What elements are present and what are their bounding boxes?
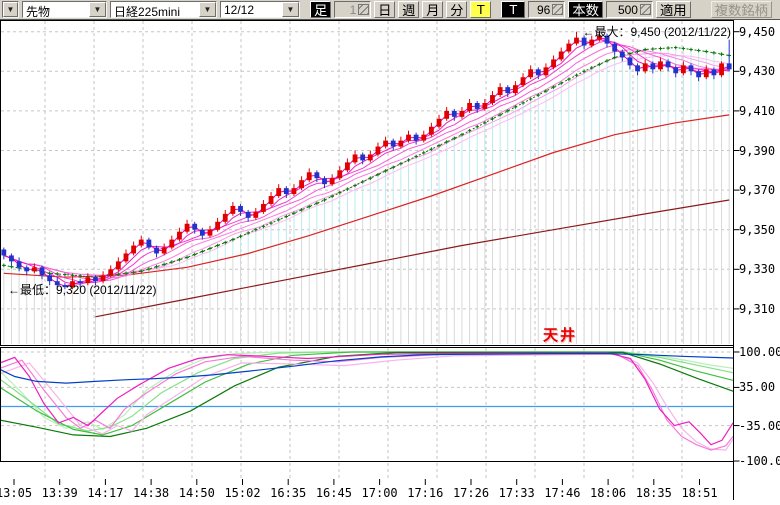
time-axis-label: 16:35 <box>270 486 307 500</box>
time-axis-label: 17:26 <box>452 486 490 500</box>
price-axis-label: 9,370 <box>739 183 776 198</box>
time-axis-label: 17:00 <box>361 486 398 500</box>
hidden-combo[interactable]: ▼ <box>2 1 19 18</box>
time-axis-label: 18:51 <box>681 486 718 500</box>
price-axis-label: 9,450 <box>739 24 776 39</box>
bar-count-button[interactable]: 本数 <box>568 1 603 18</box>
ceiling-annotation: 天井 <box>543 327 578 344</box>
contract-month-value: 12/12 <box>224 3 255 17</box>
interval-value: 1 <box>349 2 357 17</box>
session-low-annotation: ←最低：9,320 (2012/11/22) <box>8 283 157 297</box>
price-axis-label: 9,410 <box>739 103 776 118</box>
period-month-button[interactable]: 月 <box>422 1 444 18</box>
toolbar: ▼ 先物 ▼ 日経225mini ▼ 12/12 ▼ 足 1 日 週 月 分 T… <box>0 0 780 20</box>
symbol-value: 日経225mini <box>114 5 181 17</box>
time-axis-label: 16:45 <box>315 486 352 500</box>
instrument-type-select[interactable]: 先物 ▼ <box>22 1 107 18</box>
bar-count-stepper[interactable]: 500 <box>605 1 653 18</box>
chevron-down-icon[interactable]: ▼ <box>199 2 216 17</box>
stepper-grip-icon[interactable] <box>639 4 651 15</box>
time-axis-label: 15:02 <box>224 486 261 500</box>
period-minute-button[interactable]: 分 <box>446 1 468 18</box>
price-axis-label: 9,310 <box>739 301 776 316</box>
chevron-down-icon[interactable]: ▼ <box>282 2 299 17</box>
price-axis-label: 9,350 <box>739 222 776 237</box>
trading-chart-window: { "toolbar": { "hidden_combo_chevron": "… <box>0 0 780 500</box>
oscillator-axis-label: 35.00 <box>739 380 776 395</box>
chevron-down-icon[interactable]: ▼ <box>3 2 18 17</box>
apply-button[interactable]: 適用 <box>655 1 691 18</box>
time-axis-label: 14:38 <box>133 486 170 500</box>
time-axis-label: 18:35 <box>635 486 672 500</box>
chart-canvas[interactable] <box>0 20 780 500</box>
tick-mode-button[interactable]: T <box>501 1 526 18</box>
period-day-button[interactable]: 日 <box>374 1 396 18</box>
chevron-down-icon[interactable]: ▼ <box>89 2 106 17</box>
multi-symbol-button: 複数銘柄 <box>710 1 772 18</box>
time-axis-label: 17:46 <box>544 486 581 500</box>
stepper-grip-icon[interactable] <box>552 4 564 15</box>
price-axis-label: 9,390 <box>739 143 776 158</box>
time-axis-label: 14:50 <box>178 486 215 500</box>
price-axis-label: 9,430 <box>739 64 776 79</box>
time-axis-label: 14:17 <box>87 486 124 500</box>
oscillator-axis-label: -100.00 <box>739 454 780 469</box>
instrument-type-value: 先物 <box>26 5 51 17</box>
tick-size-stepper[interactable]: 96 <box>528 1 566 18</box>
bar-count-value: 500 <box>617 2 638 17</box>
chart-area: 9,450 9,430 9,410 9,390 9,370 9,350 9,330 9,310… <box>0 20 780 500</box>
time-axis-label: 18:06 <box>590 486 627 500</box>
interval-stepper[interactable]: 1 <box>334 1 372 18</box>
oscillator-axis-label: 100.00 <box>739 344 780 359</box>
oscillator-axis-label: -35.00 <box>739 418 780 433</box>
price-axis-label: 9,330 <box>739 262 776 277</box>
bar-type-button[interactable]: 足 <box>310 1 332 18</box>
time-axis-label: 13:05 <box>0 486 33 500</box>
period-tick-button[interactable]: T <box>470 1 492 18</box>
period-week-button[interactable]: 週 <box>398 1 420 18</box>
time-axis: 13:05 13:39 14:17 14:38 14:50 15:02 16:35 16:45… <box>0 486 733 500</box>
stepper-grip-icon[interactable] <box>358 4 370 15</box>
time-axis-label: 17:16 <box>407 486 444 500</box>
symbol-select[interactable]: 日経225mini ▼ <box>110 1 217 18</box>
session-high-annotation: ←最大：9,450 (2012/11/22) <box>582 25 731 39</box>
tick-size-value: 96 <box>536 2 551 17</box>
time-axis-label: 13:39 <box>41 486 78 500</box>
contract-month-select[interactable]: 12/12 ▼ <box>220 1 300 18</box>
time-axis-label: 17:33 <box>498 486 535 500</box>
